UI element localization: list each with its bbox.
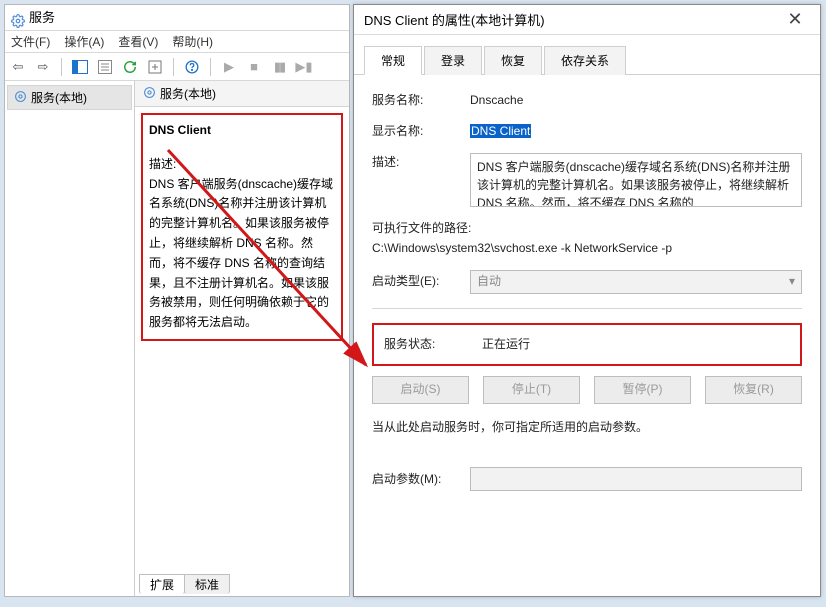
path-label: 可执行文件的路径:	[372, 219, 802, 238]
description-label: 描述:	[372, 153, 470, 172]
description-textarea[interactable]: DNS 客户端服务(dnscache)缓存域名系统(DNS)名称并注册该计算机的…	[470, 153, 802, 207]
menu-help[interactable]: 帮助(H)	[172, 31, 213, 52]
menubar: 文件(F) 操作(A) 查看(V) 帮助(H)	[5, 31, 349, 53]
service-status-value: 正在运行	[482, 335, 530, 354]
startup-type-value: 自动	[477, 272, 501, 291]
toolbar-separator	[61, 58, 62, 76]
dialog-content: 服务名称: Dnscache 显示名称: DNS Client 描述: DNS …	[354, 75, 820, 515]
stop-button[interactable]: 停止(T)	[483, 376, 580, 404]
toolbar-separator	[173, 58, 174, 76]
display-name-selected[interactable]: DNS Client	[470, 124, 531, 138]
startup-params-hint: 当从此处启动服务时，你可指定所适用的启动参数。	[372, 418, 802, 437]
tab-general[interactable]: 常规	[364, 46, 422, 75]
tab-standard[interactable]: 标准	[184, 574, 230, 594]
service-status-label: 服务状态:	[384, 335, 482, 354]
services-window-title: 服务	[29, 5, 55, 31]
export-icon[interactable]	[146, 58, 164, 76]
dialog-titlebar: DNS Client 的属性(本地计算机) ✕	[354, 5, 820, 35]
stop-icon[interactable]: ■	[245, 58, 263, 76]
display-name-label: 显示名称:	[372, 122, 470, 141]
close-icon[interactable]: ✕	[780, 9, 810, 30]
gear-icon	[14, 90, 27, 106]
description-label: 描述:	[149, 157, 176, 171]
dialog-title: DNS Client 的属性(本地计算机)	[364, 10, 545, 29]
services-window-titlebar: 服务	[5, 5, 349, 31]
restart-icon[interactable]: ▶▮	[295, 58, 313, 76]
tab-logon[interactable]: 登录	[424, 46, 482, 75]
properties-dialog: DNS Client 的属性(本地计算机) ✕ 常规 登录 恢复 依存关系 服务…	[353, 4, 821, 597]
service-name-label: 服务名称:	[372, 91, 470, 110]
help-icon[interactable]	[183, 58, 201, 76]
service-detail-box: DNS Client 描述: DNS 客户端服务(dnscache)缓存域名系统…	[141, 113, 343, 341]
description-text: DNS 客户端服务(dnscache)缓存域名系统(DNS)名称并注册该计算机的…	[149, 177, 333, 330]
refresh-icon[interactable]	[121, 58, 139, 76]
start-button[interactable]: 启动(S)	[372, 376, 469, 404]
resume-button[interactable]: 恢复(R)	[705, 376, 802, 404]
properties-icon[interactable]	[96, 58, 114, 76]
toolbar: ⇦ ⇨ ▶ ■ ▮▮ ▶▮	[5, 53, 349, 81]
pause-button[interactable]: 暂停(P)	[594, 376, 691, 404]
pane-header: 服务(本地)	[135, 81, 349, 107]
tab-dependencies[interactable]: 依存关系	[544, 46, 626, 75]
tab-recovery[interactable]: 恢复	[484, 46, 542, 75]
services-window: 服务 文件(F) 操作(A) 查看(V) 帮助(H) ⇦ ⇨ ▶ ■ ▮▮ ▶▮	[4, 4, 350, 597]
startup-params-input[interactable]	[470, 467, 802, 491]
menu-action[interactable]: 操作(A)	[64, 31, 104, 52]
menu-view[interactable]: 查看(V)	[118, 31, 158, 52]
bottom-tabs: 扩展 标准	[139, 574, 229, 594]
play-icon[interactable]: ▶	[220, 58, 238, 76]
dialog-tabs: 常规 登录 恢复 依存关系	[354, 35, 820, 75]
startup-params-label: 启动参数(M):	[372, 470, 470, 489]
gear-icon	[11, 11, 25, 25]
forward-icon[interactable]: ⇨	[34, 58, 52, 76]
show-hide-icon[interactable]	[71, 58, 89, 76]
divider	[372, 308, 802, 309]
control-buttons: 启动(S) 停止(T) 暂停(P) 恢复(R)	[372, 376, 802, 404]
gear-icon	[143, 86, 156, 102]
display-name-value: DNS Client	[470, 122, 802, 141]
path-value: C:\Windows\system32\svchost.exe -k Netwo…	[372, 239, 802, 258]
service-name-heading: DNS Client	[149, 121, 335, 141]
service-status-box: 服务状态: 正在运行	[372, 323, 802, 366]
menu-file[interactable]: 文件(F)	[11, 31, 50, 52]
tree-root-services-local[interactable]: 服务(本地)	[7, 85, 132, 110]
pause-icon[interactable]: ▮▮	[270, 58, 288, 76]
pane-header-label: 服务(本地)	[160, 85, 216, 102]
tree-panel: 服务(本地)	[5, 81, 135, 596]
detail-pane: 服务(本地) DNS Client 描述: DNS 客户端服务(dnscache…	[135, 81, 349, 596]
startup-type-select[interactable]: 自动 ▾	[470, 270, 802, 294]
tab-extended[interactable]: 扩展	[139, 574, 185, 594]
chevron-down-icon: ▾	[789, 272, 795, 291]
toolbar-separator	[210, 58, 211, 76]
tree-root-label: 服务(本地)	[31, 89, 87, 106]
service-name-value: Dnscache	[470, 91, 802, 110]
back-icon[interactable]: ⇦	[9, 58, 27, 76]
startup-type-label: 启动类型(E):	[372, 272, 470, 291]
